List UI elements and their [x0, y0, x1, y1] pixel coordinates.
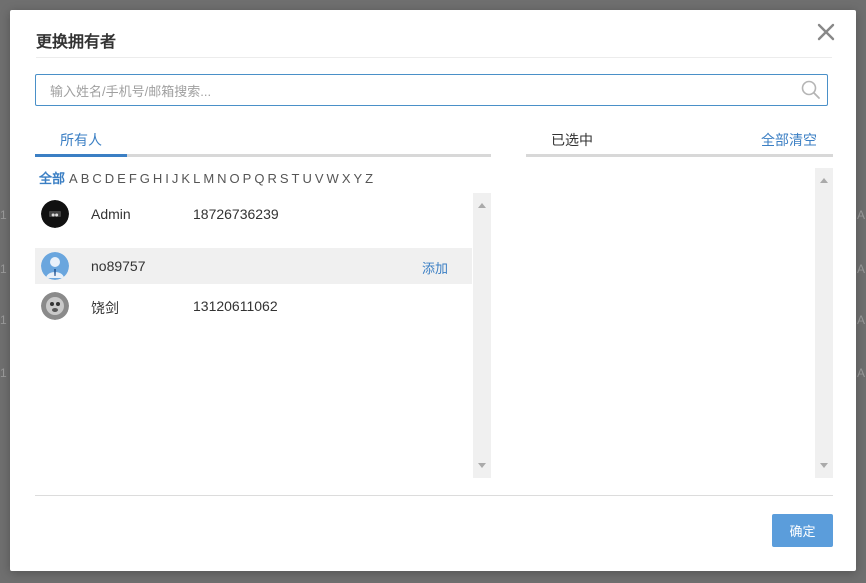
letter-filter-item[interactable]: L: [193, 171, 200, 186]
letter-filter: 全部 A B C D E F G H I J K L M N O P Q R S T U V W X Y Z: [39, 168, 376, 187]
background-fragment: A: [857, 262, 866, 276]
background-fragment: A: [857, 366, 866, 380]
letter-filter-item[interactable]: Y: [354, 171, 363, 186]
letter-filter-item[interactable]: U: [302, 171, 311, 186]
tab-all-people[interactable]: 所有人: [60, 130, 102, 150]
letter-filter-item[interactable]: K: [181, 171, 190, 186]
background-fragment: 1: [0, 262, 7, 276]
user-phone: 13120611062: [193, 298, 278, 314]
right-tab-bar: [526, 154, 833, 157]
avatar: [41, 252, 69, 280]
letter-filter-item[interactable]: E: [117, 171, 126, 186]
search-input[interactable]: [48, 75, 792, 107]
letter-filter-item[interactable]: Q: [254, 171, 264, 186]
letter-filter-item[interactable]: G: [140, 171, 150, 186]
change-owner-dialog: 更换拥有者 所有人 全部 ABCDEFGHIJKLMNOPQRSTUVWXYZ: [10, 10, 856, 571]
user-list: ●● Admin 18726736239 no89757 添加 饶剑 13120…: [35, 192, 491, 478]
user-row[interactable]: no89757 添加: [35, 248, 472, 284]
header-divider: [36, 57, 832, 58]
letter-filter-item[interactable]: X: [342, 171, 351, 186]
left-tab-bar: [35, 154, 491, 157]
letter-filter-item[interactable]: W: [327, 171, 339, 186]
letter-filter-item[interactable]: B: [81, 171, 90, 186]
search-icon[interactable]: [801, 80, 821, 100]
footer-divider: [35, 495, 833, 496]
selected-title: 已选中: [551, 132, 593, 148]
letter-filter-item[interactable]: N: [217, 171, 226, 186]
background-fragment: 1: [0, 366, 7, 380]
user-name: 饶剑: [91, 300, 119, 316]
letter-filter-item[interactable]: T: [292, 171, 300, 186]
scroll-down-icon[interactable]: [478, 463, 486, 468]
scroll-up-icon[interactable]: [478, 203, 486, 208]
right-scrollbar[interactable]: [815, 168, 833, 478]
background-fragment: A: [857, 313, 866, 327]
user-name: Admin: [91, 206, 131, 222]
letter-filter-item[interactable]: H: [153, 171, 162, 186]
user-row[interactable]: ●● Admin 18726736239: [35, 196, 472, 232]
avatar: ●●: [41, 200, 69, 228]
letter-filter-item[interactable]: C: [92, 171, 101, 186]
scroll-down-icon[interactable]: [820, 463, 828, 468]
dialog-title: 更换拥有者: [36, 34, 117, 51]
letter-filter-item[interactable]: P: [243, 171, 252, 186]
background-fragment: 1: [0, 313, 7, 327]
left-scrollbar[interactable]: [473, 193, 491, 478]
letter-filter-item[interactable]: V: [315, 171, 324, 186]
letter-filter-item[interactable]: I: [165, 171, 169, 186]
letter-filter-item[interactable]: S: [280, 171, 289, 186]
user-phone: 18726736239: [193, 206, 279, 222]
search-box: [35, 74, 828, 107]
svg-text:●●: ●●: [52, 212, 59, 217]
active-tab-indicator: [35, 154, 127, 157]
letter-filter-all[interactable]: 全部: [39, 171, 65, 186]
letter-filter-item[interactable]: O: [230, 171, 240, 186]
background-fragment: 1: [0, 208, 7, 222]
clear-all-link[interactable]: 全部清空: [761, 130, 817, 150]
letter-filter-item[interactable]: J: [172, 171, 179, 186]
user-name: no89757: [91, 258, 146, 274]
letter-filter-item[interactable]: D: [105, 171, 114, 186]
letter-filter-item[interactable]: M: [203, 171, 214, 186]
user-row[interactable]: 饶剑 13120611062: [35, 288, 472, 324]
letter-filter-item[interactable]: F: [129, 171, 137, 186]
confirm-button[interactable]: 确定: [772, 514, 833, 547]
letter-filter-item[interactable]: R: [267, 171, 276, 186]
scroll-up-icon[interactable]: [820, 178, 828, 183]
close-icon[interactable]: [814, 20, 838, 44]
add-user-button[interactable]: 添加: [422, 258, 448, 277]
background-fragment: A: [857, 208, 866, 222]
letter-filter-item[interactable]: A: [69, 171, 78, 186]
letter-filter-item[interactable]: Z: [365, 171, 373, 186]
avatar: [41, 292, 69, 320]
